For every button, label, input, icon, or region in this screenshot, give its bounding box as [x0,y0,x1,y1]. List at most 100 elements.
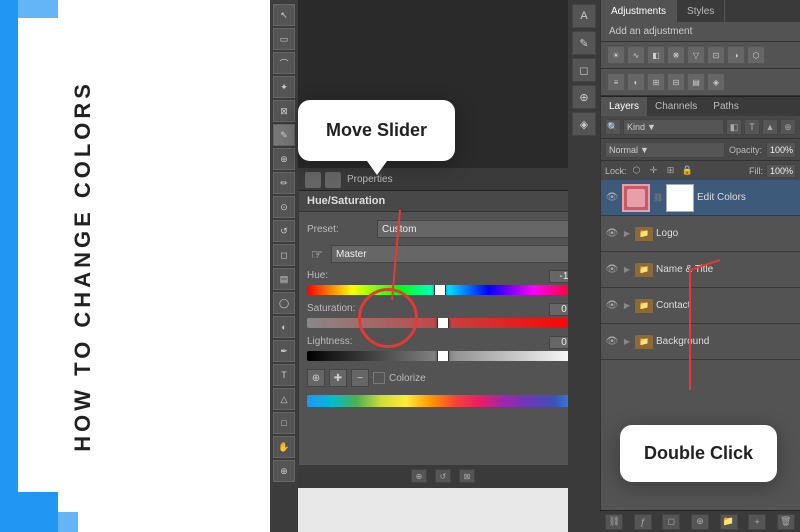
expand-name-title[interactable]: ▶ [622,265,632,275]
adj-icon-colorbalance[interactable]: ⊡ [707,46,725,64]
tool-type[interactable]: T [273,364,295,386]
layer-row-contact[interactable]: 👁 ▶ 📁 Contact [601,288,800,324]
adj-icon-gradient[interactable]: ▤ [687,73,705,91]
adj-icon-exposure[interactable]: ◧ [647,46,665,64]
props-tab-icon2[interactable] [325,172,341,188]
layer-type-icon[interactable]: ◧ [726,119,742,135]
adj-icon-selective[interactable]: ◈ [707,73,725,91]
eye-icon-background[interactable]: 👁 [605,335,619,349]
eye-icon-contact[interactable]: 👁 [605,299,619,313]
tool-dodge[interactable]: ◐ [273,316,295,338]
rt-btn2[interactable]: ✎ [572,31,596,55]
layer-shape-icon[interactable]: ▲ [762,119,778,135]
edit-colors-mask [666,184,694,212]
eyedropper-btn2[interactable]: ✚ [329,369,347,387]
tool-hand[interactable]: ✋ [273,436,295,458]
search-icon[interactable]: 🔍 [605,119,621,135]
tab-styles[interactable]: Styles [677,0,725,22]
tool-gradient[interactable]: ▤ [273,268,295,290]
tool-move[interactable]: ↖ [273,4,295,26]
adj-icon-curves[interactable]: ∿ [627,46,645,64]
saturation-slider-row: Saturation: 0 [307,303,579,328]
eyedropper-btn3[interactable]: − [351,369,369,387]
blend-mode-select[interactable]: Normal ▼ [605,142,725,158]
layer-row-background[interactable]: 👁 ▶ 📁 Background [601,324,800,360]
lightness-thumb[interactable] [437,351,449,361]
rt-btn4[interactable]: ⊕ [572,85,596,109]
layer-adj-icon[interactable]: T [744,119,760,135]
lock-move-icon[interactable]: ✛ [647,164,661,178]
footer-btn3[interactable]: ⊠ [459,469,475,483]
colorize-checkbox[interactable] [373,372,385,384]
tab-adjustments[interactable]: Adjustments [601,0,677,22]
layer-row-edit-colors[interactable]: 👁 ⛓ Edit Colors [601,180,800,216]
expand-contact[interactable]: ▶ [622,301,632,311]
adj-icon-bw[interactable]: ◑ [727,46,745,64]
hue-thumb[interactable] [434,285,446,295]
expand-logo[interactable]: ▶ [622,229,632,239]
opacity-input[interactable]: 100% [766,142,796,158]
saturation-thumb[interactable] [437,318,449,328]
fill-value[interactable]: 100% [766,164,796,178]
rt-btn3[interactable]: ◻ [572,58,596,82]
layers-new-btn[interactable]: + [748,514,766,530]
tool-pen[interactable]: ✒ [273,340,295,362]
footer-btn2[interactable]: ↺ [435,469,451,483]
tool-history[interactable]: ↺ [273,220,295,242]
tab-paths[interactable]: Paths [705,97,747,116]
layers-link-btn[interactable]: ⛓ [605,514,623,530]
tool-eraser[interactable]: ◻ [273,244,295,266]
adj-icon-photo[interactable]: ⬡ [747,46,765,64]
layers-style-btn[interactable]: ƒ [634,514,652,530]
layers-adj-btn[interactable]: ⊕ [691,514,709,530]
adj-icon-channel[interactable]: ≡ [607,73,625,91]
eye-icon-name-title[interactable]: 👁 [605,263,619,277]
tool-lasso[interactable]: ⌒ [273,52,295,74]
preset-select[interactable]: Custom ▼ [377,220,579,238]
tool-brush[interactable]: ✏ [273,172,295,194]
layers-mask-btn[interactable]: ◻ [662,514,680,530]
lightness-track[interactable] [307,351,579,361]
layers-group-btn[interactable]: 📁 [720,514,738,530]
tool-clone[interactable]: ⊙ [273,196,295,218]
adj-icon-hsl[interactable]: ▽ [687,46,705,64]
tool-shape[interactable]: □ [273,412,295,434]
eye-icon-edit-colors[interactable]: 👁 [605,191,619,205]
saturation-track[interactable] [307,318,579,328]
adj-icon-invert[interactable]: ◐ [627,73,645,91]
tool-eyedropper[interactable]: ✎ [273,124,295,146]
lock-artboard-icon[interactable]: ⊞ [664,164,678,178]
hue-track[interactable] [307,285,579,295]
footer-btn1[interactable]: ⊕ [411,469,427,483]
rt-btn5[interactable]: ◈ [572,112,596,136]
adj-icon-vibrance[interactable]: ❋ [667,46,685,64]
layer-row-name-title[interactable]: 👁 ▶ 📁 Name & Title [601,252,800,288]
channel-select[interactable]: Master ▼ [331,245,579,263]
rt-btn1[interactable]: A [572,4,596,28]
tab-layers[interactable]: Layers [601,97,647,116]
tool-select[interactable]: ▭ [273,28,295,50]
expand-background[interactable]: ▶ [622,337,632,347]
adj-icon-brightness[interactable]: ☀ [607,46,625,64]
lock-all-icon[interactable]: 🔒 [681,164,695,178]
tool-blur[interactable]: ◯ [273,292,295,314]
layer-more-icon[interactable]: ⊕ [780,119,796,135]
tab-channels[interactable]: Channels [647,97,705,116]
tool-path[interactable]: △ [273,388,295,410]
adj-icon-posterize[interactable]: ⊞ [647,73,665,91]
hand-icon: ☞ [307,244,327,264]
tool-zoom[interactable]: ⊕ [273,460,295,482]
tool-heal[interactable]: ⊕ [273,148,295,170]
layer-row-logo[interactable]: 👁 ▶ 📁 Logo [601,216,800,252]
props-tabs [305,172,341,188]
layers-delete-btn[interactable]: 🗑 [777,514,795,530]
props-tab-icon1[interactable] [305,172,321,188]
eyedropper-btn1[interactable]: ⊕ [307,369,325,387]
lock-pixels-icon[interactable]: ⬡ [630,164,644,178]
tool-wand[interactable]: ✦ [273,76,295,98]
lightness-slider-row: Lightness: 0 [307,336,579,361]
tool-crop[interactable]: ⊠ [273,100,295,122]
eye-icon-logo[interactable]: 👁 [605,227,619,241]
kind-select[interactable]: Kind ▼ [623,119,724,135]
adj-icon-threshold[interactable]: ⊟ [667,73,685,91]
